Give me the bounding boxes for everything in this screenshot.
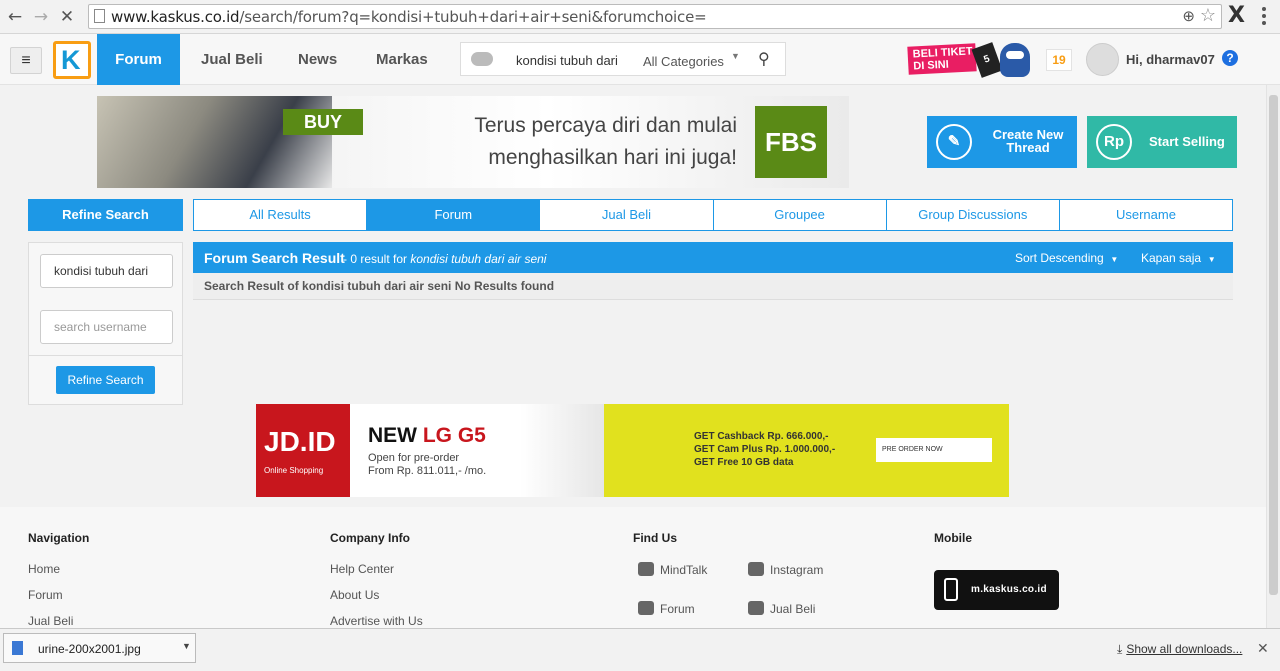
jd-ad-banner[interactable]: JD.ID Online Shopping NEW LG G5 Open for… xyxy=(256,404,1009,497)
time-filter-dropdown[interactable]: Kapan saja ▼ xyxy=(1141,251,1216,265)
url-text[interactable]: www.kaskus.co.id/search/forum?q=kondisi+… xyxy=(111,8,707,26)
result-count: - 0 result for kondisi tubuh dari air se… xyxy=(343,252,547,266)
result-title: Forum Search Result xyxy=(204,250,345,266)
footer-find-us: Find Us xyxy=(633,531,677,545)
footer-navigation: Navigation Home Forum Jual Beli xyxy=(28,531,89,640)
mobile-site-badge[interactable]: m.kaskus.co.id xyxy=(934,570,1059,610)
download-icon: ⤓ xyxy=(1117,642,1123,656)
jd-logo: JD.ID xyxy=(256,404,350,497)
refine-search-button[interactable]: Refine Search xyxy=(56,366,155,394)
back-arrow-icon[interactable]: ← xyxy=(5,7,25,27)
nav-news[interactable]: News xyxy=(298,34,337,85)
chevron-down-icon[interactable]: ▼ xyxy=(731,51,740,61)
tab-username[interactable]: Username xyxy=(1060,200,1232,230)
fbs-logo: FBS xyxy=(755,106,827,178)
search-input[interactable]: kondisi tubuh dari xyxy=(516,53,618,68)
browser-toolbar: ← → ✕ www.kaskus.co.id/search/forum?q=ko… xyxy=(0,0,1280,34)
mindtalk-icon xyxy=(638,562,654,576)
nav-markas[interactable]: Markas xyxy=(376,34,428,85)
show-all-downloads[interactable]: ⤓ Show all downloads... xyxy=(1117,642,1242,657)
cloud-icon xyxy=(471,52,493,66)
rupiah-icon: Rp xyxy=(1096,124,1132,160)
pre-order-button[interactable]: PRE ORDER NOW xyxy=(876,438,992,462)
phone-image xyxy=(520,404,604,497)
tab-all-results[interactable]: All Results xyxy=(194,200,368,230)
start-selling-button[interactable]: Rp Start Selling xyxy=(1087,116,1237,168)
downloads-bar: urine-200x2001.jpg ▼ ⤓ Show all downloads… xyxy=(0,628,1280,671)
zoom-icon[interactable]: ⊕ xyxy=(1182,7,1195,25)
image-file-icon xyxy=(12,641,23,655)
footer-link-home[interactable]: Home xyxy=(28,562,89,588)
mindtalk-link[interactable]: MindTalk xyxy=(638,562,707,577)
footer-company: Company Info Help Center About Us Advert… xyxy=(330,531,423,640)
page-icon xyxy=(94,9,105,23)
sort-dropdown[interactable]: Sort Descending ▼ xyxy=(1015,251,1118,265)
mascot-icon xyxy=(1000,43,1030,77)
ad-tagline: Terus percaya diri dan mulai menghasilka… xyxy=(474,114,737,169)
pencil-icon: ✎ xyxy=(936,124,972,160)
search-tabs: All Results Forum Jual Beli Groupee Grou… xyxy=(193,199,1233,231)
divider xyxy=(29,355,182,356)
result-header-bar: Forum Search Result - 0 result for kondi… xyxy=(193,242,1233,273)
kaskus-logo[interactable]: K xyxy=(53,41,91,79)
fbs-ad-banner[interactable]: BUY Terus percaya diri dan mulai menghas… xyxy=(97,96,849,188)
site-header: ≡ K Forum Jual Beli News Markas kondisi … xyxy=(0,34,1280,85)
ad-offers: GET Cashback Rp. 666.000,- GET Cam Plus R… xyxy=(694,431,836,468)
nav-forum[interactable]: Forum xyxy=(97,34,180,85)
search-icon[interactable]: ⚲ xyxy=(758,49,770,69)
close-icon[interactable]: ✕ xyxy=(1257,640,1269,657)
header-search: kondisi tubuh dari All Categories ▼ ⚲ xyxy=(460,42,786,76)
instagram-icon xyxy=(748,562,764,576)
help-icon[interactable]: ? xyxy=(1222,50,1238,66)
download-filename: urine-200x2001.jpg xyxy=(38,642,141,656)
site-footer: Navigation Home Forum Jual Beli Company … xyxy=(0,507,1280,628)
download-item[interactable]: urine-200x2001.jpg ▼ xyxy=(3,633,196,663)
username-search-input[interactable]: search username xyxy=(40,310,173,344)
tab-jual-beli[interactable]: Jual Beli xyxy=(540,200,714,230)
footer-mobile: Mobile xyxy=(934,531,972,545)
address-bar[interactable]: www.kaskus.co.id/search/forum?q=kondisi+… xyxy=(88,4,1222,29)
footer-link-forum[interactable]: Forum xyxy=(28,588,89,614)
twitter-jualbeli-link[interactable]: Jual Beli xyxy=(748,601,815,616)
tab-group-discussions[interactable]: Group Discussions xyxy=(887,200,1060,230)
page-scrollbar[interactable] xyxy=(1266,85,1280,628)
refine-query-input[interactable]: kondisi tubuh dari xyxy=(40,254,173,288)
instagram-link[interactable]: Instagram xyxy=(748,562,823,577)
browser-menu-icon[interactable] xyxy=(1262,7,1266,25)
bookmark-star-icon[interactable]: ☆ xyxy=(1200,5,1216,26)
create-new-thread-button[interactable]: ✎ Create New Thread xyxy=(927,116,1077,168)
extension-x-icon[interactable]: X xyxy=(1228,3,1245,28)
chevron-down-icon[interactable]: ▼ xyxy=(182,641,191,651)
tab-forum[interactable]: Forum xyxy=(367,200,541,230)
notification-count[interactable]: 19 xyxy=(1046,49,1072,71)
twitter-icon xyxy=(638,601,654,615)
footer-link-about[interactable]: About Us xyxy=(330,588,423,614)
tab-groupee[interactable]: Groupee xyxy=(714,200,887,230)
forward-arrow-icon[interactable]: → xyxy=(31,7,51,27)
refine-search-header: Refine Search xyxy=(28,199,183,231)
footer-link-help[interactable]: Help Center xyxy=(330,562,423,588)
ad-headline: NEW LG G5 xyxy=(368,424,486,447)
promo-beli-tiket[interactable]: BELI TIKET DI SINI 5 xyxy=(907,42,1033,79)
twitter-forum-link[interactable]: Forum xyxy=(638,601,695,616)
category-select[interactable]: All Categories xyxy=(643,54,724,69)
ad-buy-label: BUY xyxy=(283,109,363,135)
twitter-icon xyxy=(748,601,764,615)
stop-loading-icon[interactable]: ✕ xyxy=(57,7,77,27)
phone-icon xyxy=(944,578,958,601)
user-greeting[interactable]: Hi, dharmav07 xyxy=(1126,52,1215,67)
nav-jual-beli[interactable]: Jual Beli xyxy=(201,34,263,85)
avatar[interactable] xyxy=(1086,43,1119,76)
no-results-message: Search Result of kondisi tubuh dari air … xyxy=(193,273,1233,300)
refine-panel: kondisi tubuh dari search username Refin… xyxy=(28,242,183,405)
hamburger-menu-icon[interactable]: ≡ xyxy=(10,47,42,74)
